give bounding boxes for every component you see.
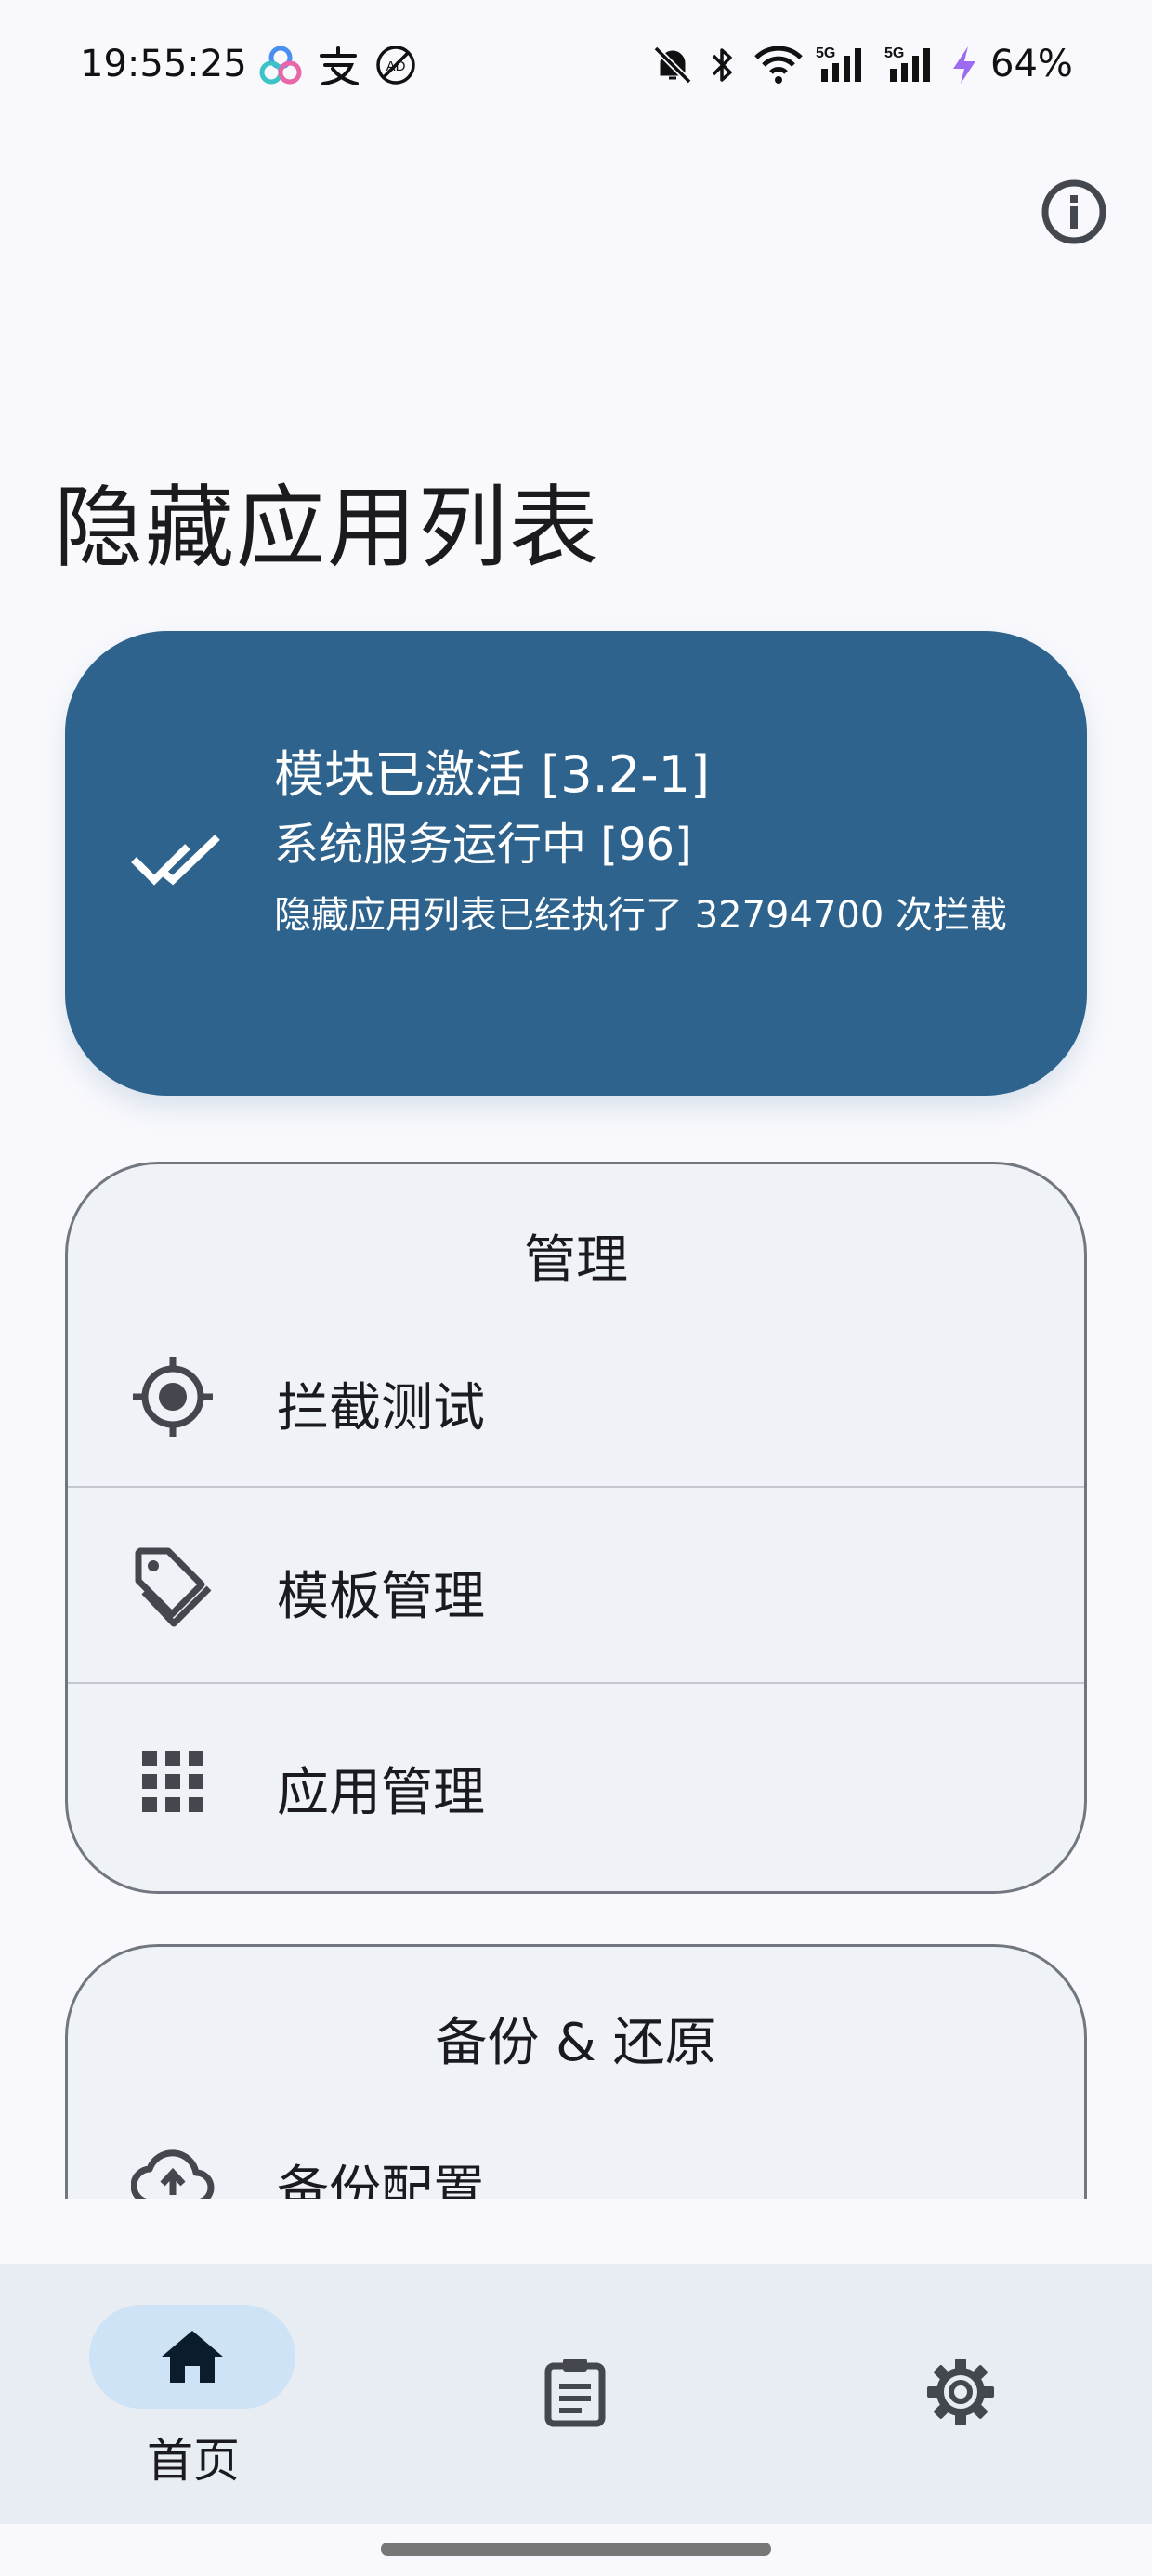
- svg-text:AD: AD: [386, 59, 406, 74]
- signal-5g-icon: 5G: [884, 46, 930, 82]
- apps-grid-icon: [142, 1751, 203, 1812]
- nav-home-label: 首页: [147, 2434, 240, 2488]
- intercept-count-text: 隐藏应用列表已经执行了 32794700 次拦截: [274, 894, 1008, 937]
- svg-text:5G: 5G: [816, 46, 835, 61]
- nav-logs[interactable]: [385, 2264, 767, 2524]
- double-check-icon: [131, 835, 220, 886]
- alipay-icon: [320, 46, 359, 85]
- nav-settings[interactable]: [767, 2264, 1152, 2524]
- mute-bell-icon: [653, 46, 692, 85]
- tag-icon: [135, 1547, 212, 1627]
- wifi-icon: [754, 46, 803, 84]
- manage-card: 管理 拦截测试 模板管理 应用管理: [65, 1162, 1087, 1894]
- battery-percent: 64%: [990, 43, 1073, 85]
- charging-icon: [953, 46, 975, 84]
- home-indicator[interactable]: [381, 2543, 771, 2556]
- intercept-test-item[interactable]: 拦截测试: [68, 1299, 1084, 1494]
- intercept-test-label: 拦截测试: [277, 1378, 485, 1439]
- svg-text:5G: 5G: [884, 46, 904, 61]
- clipboard-icon: [544, 2359, 606, 2427]
- page-title: 隐藏应用列表: [54, 476, 600, 580]
- backup-title: 备份 & 还原: [435, 2013, 717, 2073]
- app-manage-item[interactable]: 应用管理: [68, 1682, 1084, 1877]
- module-status-card: 模块已激活 [3.2-1] 系统服务运行中 [96] 隐藏应用列表已经执行了 3…: [65, 631, 1087, 1096]
- manage-title: 管理: [524, 1230, 628, 1291]
- cloud-app-icon: [259, 46, 302, 85]
- app-manage-label: 应用管理: [277, 1763, 485, 1823]
- service-status-text: 系统服务运行中 [96]: [274, 819, 692, 871]
- home-icon: [162, 2331, 223, 2383]
- template-manage-label: 模板管理: [277, 1567, 485, 1627]
- info-icon[interactable]: [1037, 175, 1111, 249]
- nav-home[interactable]: 首页: [0, 2264, 385, 2524]
- bluetooth-icon: [712, 48, 732, 82]
- target-icon: [133, 1357, 213, 1437]
- bottom-navigation: 首页: [0, 2264, 1152, 2524]
- scroll-edge: [0, 2199, 1152, 2264]
- template-manage-item[interactable]: 模板管理: [68, 1486, 1084, 1681]
- module-status-title: 模块已激活 [3.2-1]: [274, 745, 711, 804]
- status-time: 19:55:25: [80, 43, 247, 85]
- status-bar: 19:55:25 AD 5G 5G 64%: [0, 0, 1152, 139]
- gear-icon: [927, 2359, 994, 2425]
- no-ads-icon: AD: [376, 46, 415, 85]
- signal-5g-icon: 5G: [816, 46, 861, 82]
